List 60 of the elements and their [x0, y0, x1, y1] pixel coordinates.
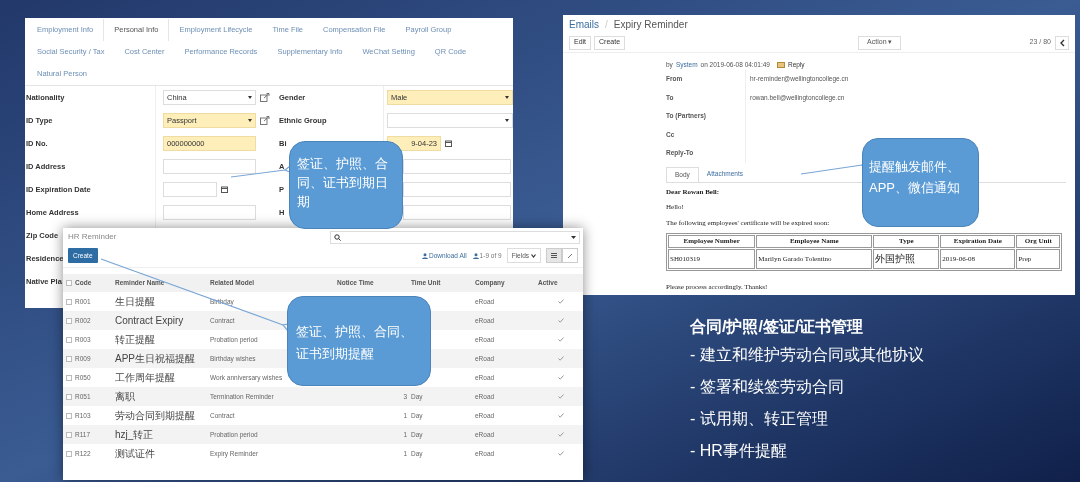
- table-cell: 转正提醒: [115, 334, 155, 345]
- breadcrumb-separator: /: [605, 17, 608, 32]
- checkbox[interactable]: [66, 280, 72, 286]
- input-field[interactable]: [163, 159, 256, 174]
- calendar-icon[interactable]: [221, 186, 228, 193]
- slide-heading: 合同/护照/签证/证书管理: [690, 317, 865, 337]
- select-field[interactable]: [387, 113, 513, 128]
- arrow: [230, 165, 292, 178]
- checkbox[interactable]: [66, 431, 72, 438]
- callout: 签证、护照、合同、证书到期日期: [289, 141, 403, 229]
- table-cell: APP生日祝福提醒: [115, 353, 195, 364]
- edit-icon: [567, 252, 573, 259]
- caret-icon: [505, 96, 509, 99]
- list-icon: [551, 253, 557, 258]
- external-link-icon[interactable]: [260, 93, 270, 102]
- table-cell: 工作周年提醒: [115, 372, 175, 383]
- user-icon: [422, 252, 429, 259]
- checkbox[interactable]: [66, 374, 72, 381]
- checkbox[interactable]: [66, 412, 72, 419]
- user-icon: [472, 252, 479, 259]
- checkbox[interactable]: [66, 355, 72, 362]
- input-field[interactable]: [403, 159, 511, 174]
- bullet-text: - HR事件提醒: [690, 441, 788, 461]
- date-field[interactable]: [163, 182, 217, 197]
- table-cell: 外国护照: [873, 248, 940, 269]
- callout: 提醒触发邮件、APP、微信通知: [862, 138, 979, 227]
- caret-icon: [505, 119, 509, 122]
- input-field[interactable]: [163, 205, 256, 220]
- breadcrumb-link[interactable]: Emails: [569, 16, 599, 32]
- external-link-icon[interactable]: [260, 116, 270, 125]
- search-field[interactable]: [330, 230, 580, 244]
- previous-button[interactable]: [1055, 35, 1069, 50]
- checkbox[interactable]: [66, 336, 72, 343]
- table-cell: 生日提醒: [115, 296, 155, 307]
- caret-icon: [248, 119, 252, 122]
- caret-icon: [571, 235, 576, 239]
- checkbox[interactable]: [66, 298, 72, 305]
- search-icon: [334, 233, 341, 241]
- checkbox[interactable]: [66, 393, 72, 400]
- input-field[interactable]: [403, 205, 511, 220]
- table-cell: hzj_转正: [115, 429, 154, 440]
- table-cell: 测试证件: [115, 448, 155, 459]
- calendar-icon[interactable]: [445, 140, 452, 147]
- envelope-icon: [776, 61, 785, 68]
- caret-icon: [248, 96, 252, 99]
- bullet-text: - 建立和维护劳动合同或其他协议: [690, 345, 924, 365]
- chevron-left-icon: [1059, 38, 1065, 47]
- breadcrumb-current: Expiry Reminder: [613, 17, 688, 32]
- callout: 签证、护照、合同、证书到期提醒: [287, 296, 431, 386]
- checkbox[interactable]: [66, 317, 72, 324]
- bullet-text: - 试用期、转正管理: [690, 409, 829, 429]
- table-cell: 离职: [115, 391, 135, 402]
- table-cell: Contract Expiry: [115, 315, 184, 326]
- list-view-button[interactable]: [546, 248, 562, 263]
- bullet-text: - 签署和续签劳动合同: [690, 377, 845, 397]
- input-field[interactable]: [403, 182, 511, 197]
- window-title: HR Reminder: [68, 231, 117, 243]
- chevron-down-icon: [531, 253, 536, 258]
- table-cell: 劳动合同到期提醒: [115, 410, 195, 421]
- checkbox[interactable]: [66, 450, 72, 457]
